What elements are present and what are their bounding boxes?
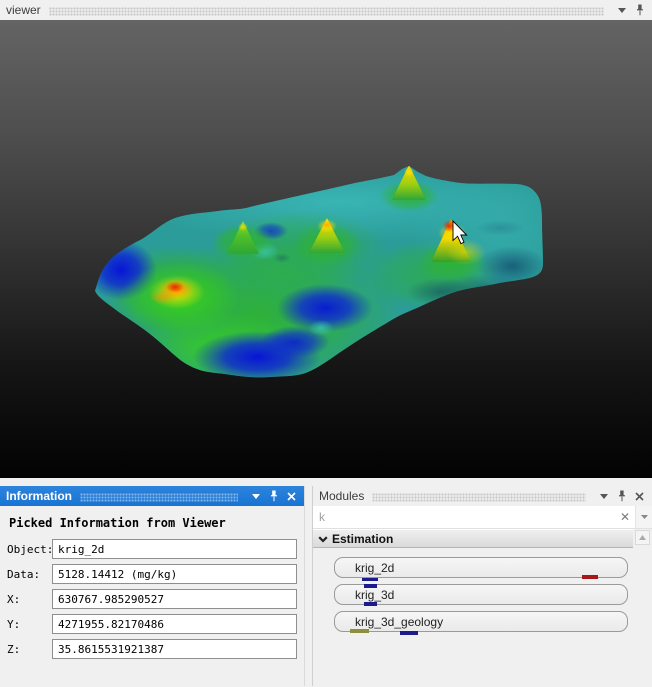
information-panel-title: Information [6,489,72,503]
information-close-icon[interactable] [284,488,299,504]
kriging-surface-render [0,20,652,478]
kriged-surface [50,150,590,390]
modules-panel: Modules ✕ Estimation krig_2d [312,486,652,686]
information-panel: Information Picked Information from View… [0,486,305,686]
modules-search-input[interactable] [313,510,615,524]
y-field-row: Y: [3,614,297,634]
estimation-section-header[interactable]: Estimation [313,529,633,548]
module-item-label: krig_3d_geology [355,615,443,629]
titlebar-texture [49,7,604,16]
krig-2d-navy-mark-1 [362,578,378,581]
krig-3d-geology-navy-mark [400,631,418,635]
modules-search-row: ✕ [313,506,652,529]
module-item-krig-3d-geology[interactable]: krig_3d_geology [334,611,628,632]
viewer-menu-arrow-icon[interactable] [614,2,629,18]
information-panel-titlebar[interactable]: Information [0,486,304,506]
z-field[interactable] [52,639,297,659]
module-item-krig-3d[interactable]: krig_3d [334,584,628,605]
picked-information-heading: Picked Information from Viewer [9,516,304,530]
viewer-pin-icon[interactable] [632,2,647,18]
object-field-row: Object: [3,539,297,559]
titlebar-texture [372,493,586,502]
viewer-panel-title: viewer [6,3,41,17]
krig-3d-geology-olive-mark [350,629,369,633]
estimation-section-label: Estimation [332,532,393,546]
modules-menu-arrow-icon[interactable] [596,488,611,504]
data-label: Data: [3,568,52,581]
z-field-row: Z: [3,639,297,659]
modules-list-area: Estimation krig_2d krig_3d krig_3d_geolo… [313,529,652,687]
scrollbar-up-button[interactable] [635,530,650,545]
dock-divider [0,478,652,486]
module-item-label: krig_3d [355,588,394,602]
modules-close-icon[interactable] [632,488,647,504]
module-item-label: krig_2d [355,561,394,575]
x-label: X: [3,593,52,606]
object-label: Object: [3,543,52,556]
data-field[interactable] [52,564,297,584]
modules-panel-titlebar[interactable]: Modules [313,486,652,506]
information-menu-arrow-icon[interactable] [248,488,263,504]
modules-pin-icon[interactable] [614,488,629,504]
krig-3d-navy-mark [364,602,377,606]
x-field-row: X: [3,589,297,609]
search-clear-icon[interactable]: ✕ [615,506,635,528]
viewer-3d-viewport[interactable] [0,20,652,478]
search-dropdown-arrow-icon[interactable] [635,506,652,528]
z-label: Z: [3,643,52,656]
x-field[interactable] [52,589,297,609]
titlebar-texture [80,493,238,502]
modules-panel-title: Modules [319,489,364,503]
y-field[interactable] [52,614,297,634]
chevron-down-icon [318,536,328,543]
viewer-panel-titlebar: viewer [0,0,652,20]
krig-2d-red-mark [582,575,598,579]
object-field[interactable] [52,539,297,559]
data-field-row: Data: [3,564,297,584]
information-pin-icon[interactable] [266,488,281,504]
arrow-up-icon [639,535,646,540]
y-label: Y: [3,618,52,631]
krig-2d-navy-mark-2 [364,584,377,588]
